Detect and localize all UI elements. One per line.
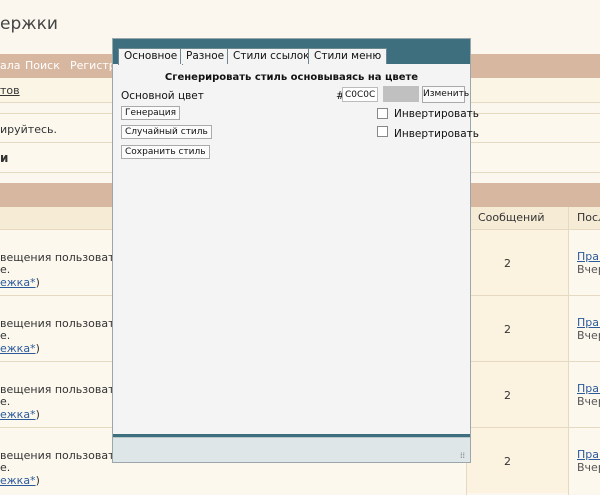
page-title: ержки (0, 14, 58, 34)
hex-color-input[interactable] (342, 87, 378, 102)
notice-text: ируйтесь. (0, 123, 57, 136)
row-text: е. (0, 395, 11, 408)
row-post-count: 2 (504, 455, 511, 468)
last-post-link[interactable]: Прав (577, 448, 600, 461)
row-text: е. (0, 263, 11, 276)
last-post-time: Вчер (577, 329, 600, 342)
nav-search[interactable]: Поиск (25, 59, 60, 72)
popup-titlebar[interactable] (113, 39, 470, 46)
column-header-posts: Сообщений (478, 211, 545, 224)
tab-main[interactable]: Основное (118, 48, 184, 65)
row-author: ежка*) (0, 276, 40, 289)
nav-register[interactable]: Регистр (70, 59, 116, 72)
invert-checkbox[interactable] (377, 126, 388, 137)
tab-misc[interactable]: Разное (180, 48, 231, 64)
resize-grip-icon[interactable]: ⁞⁞ (460, 452, 468, 460)
last-post-time: Вчер (577, 461, 600, 474)
base-color-label: Основной цвет (121, 90, 204, 102)
generator-heading: Сгенерировать стиль основываясь на цвете (164, 72, 419, 83)
popup-tabbar: Основное Разное Стили ссылок Стили меню (113, 46, 470, 65)
row-text: е. (0, 461, 11, 474)
style-editor-popup: Основное Разное Стили ссылок Стили меню … (112, 38, 479, 463)
popup-statusbar: ⁞⁞ (113, 437, 470, 462)
tab-link-styles[interactable]: Стили ссылок (227, 48, 316, 64)
last-post-link[interactable]: Прав (577, 316, 600, 329)
sub-nav-link[interactable]: тов (0, 84, 20, 97)
row-author: ежка*) (0, 408, 40, 421)
invert-checkbox-label: Инвертировать (394, 108, 479, 120)
author-link[interactable]: ежка* (0, 474, 36, 487)
author-link[interactable]: ежка* (0, 408, 36, 421)
nav-item[interactable]: ала (0, 59, 21, 72)
row-text: е. (0, 329, 11, 342)
forum-heading-text: и (0, 151, 9, 165)
row-post-count: 2 (504, 389, 511, 402)
invert-checkbox[interactable] (377, 108, 388, 119)
tab-menu-styles[interactable]: Стили меню (308, 48, 388, 64)
last-post-link[interactable]: Прав (577, 382, 600, 395)
row-author: ежка*) (0, 342, 40, 355)
last-post-time: Вчер (577, 395, 600, 408)
invert-checkbox-label: Инвертировать (394, 128, 479, 140)
save-style-button[interactable]: Сохранить стиль (121, 145, 210, 159)
last-post-link[interactable]: Прав (577, 250, 600, 263)
random-style-button[interactable]: Случайный стиль (121, 125, 212, 139)
last-post-time: Вчер (577, 263, 600, 276)
change-color-button[interactable]: Изменить (422, 86, 469, 103)
color-swatch[interactable] (383, 86, 419, 102)
row-author: ежка*) (0, 474, 40, 487)
column-header-last: Посл (577, 211, 600, 224)
author-link[interactable]: ежка* (0, 342, 36, 355)
row-post-count: 2 (504, 323, 511, 336)
generate-button[interactable]: Генерация (121, 106, 181, 120)
author-link[interactable]: ежка* (0, 276, 36, 289)
column-divider (568, 207, 569, 495)
row-post-count: 2 (504, 257, 511, 270)
